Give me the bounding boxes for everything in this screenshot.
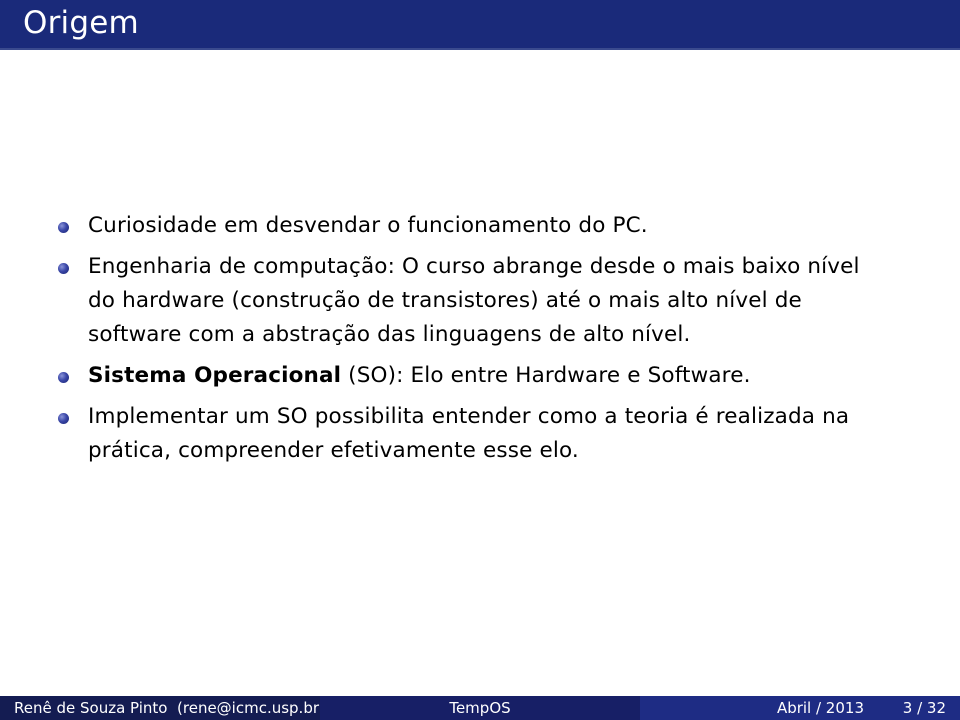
footer-project-text: TempOS [449,699,511,717]
slide-footer: Renê de Souza Pinto (rene@icmc.usp.br) T… [0,696,960,720]
bullet-icon [58,222,69,233]
footer-info: Abril / 2013 3 / 32 [640,696,960,720]
bullet-text: (SO): Elo entre Hardware e Software. [341,363,751,388]
bullet-text-line: do hardware (construção de transistores)… [88,288,802,313]
bullet-list: Curiosidade em desvendar o funcionamento… [58,209,938,475]
slide-title: Origem [23,5,139,41]
bullet-bold-text: Sistema Operacional [88,363,342,388]
bullet-icon [58,413,69,424]
bullet-item: Curiosidade em desvendar o funcionamento… [58,209,938,243]
footer-author: Renê de Souza Pinto (rene@icmc.usp.br) [0,696,325,720]
bullet-item: Implementar um SO possibilita entender c… [58,400,938,468]
footer-project: TempOS [320,696,640,720]
footer-page-number: 3 / 32 [902,699,946,717]
bullet-item: Engenharia de computação: O curso abrang… [58,250,938,352]
bullet-icon [58,372,69,383]
bullet-icon [58,263,69,274]
footer-date: Abril / 2013 [776,699,864,717]
bullet-text-line: software com a abstração das linguagens … [88,322,691,347]
slide-title-bar: Origem [0,0,960,50]
footer-author-text: Renê de Souza Pinto (rene@icmc.usp.br) [14,699,325,717]
bullet-text-line: Engenharia de computação: O curso abrang… [88,254,860,279]
bullet-text-line: Implementar um SO possibilita entender c… [88,404,850,429]
bullet-text: Curiosidade em desvendar o funcionamento… [88,213,648,238]
bullet-item: Sistema Operacional (SO): Elo entre Hard… [58,359,938,393]
bullet-text-line: prática, compreender efetivamente esse e… [88,438,579,463]
